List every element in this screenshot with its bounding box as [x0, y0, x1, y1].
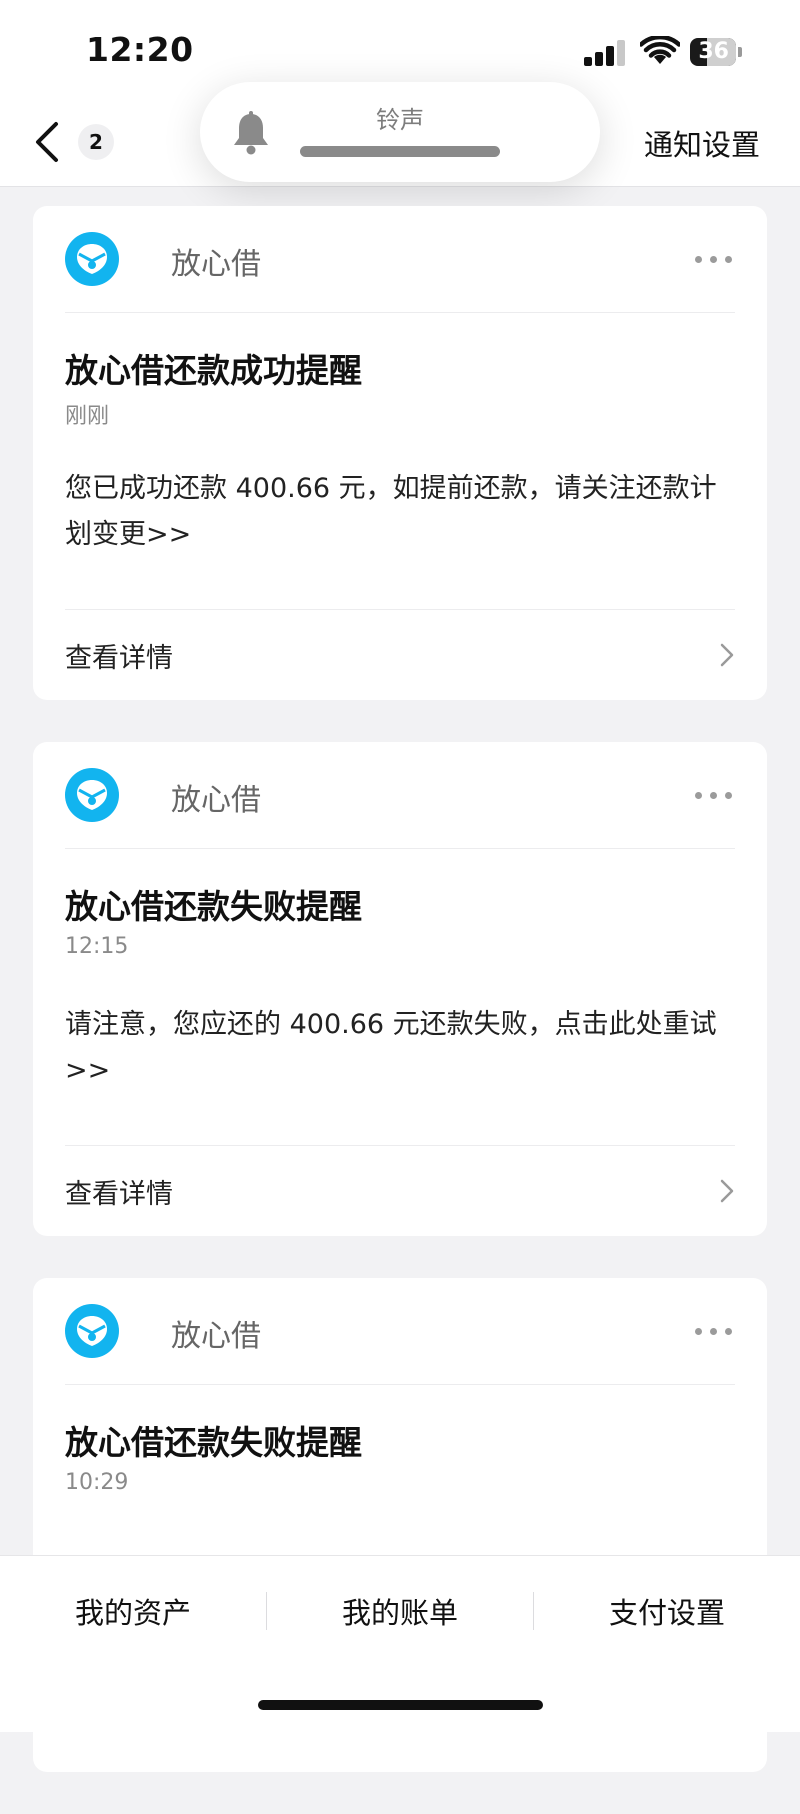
- back-chevron-icon[interactable]: [30, 118, 64, 166]
- notification-time: 10:29: [65, 1470, 129, 1495]
- wifi-icon: [640, 36, 680, 64]
- view-details-row[interactable]: 查看详情: [65, 1145, 735, 1237]
- notification-body[interactable]: 您已成功还款 400.66 元，如提前还款，请关注还款计划变更>>: [65, 466, 735, 558]
- ringer-label: 铃声: [376, 106, 424, 134]
- status-time: 12:20: [86, 30, 194, 69]
- card-header: 放心借: [65, 742, 735, 849]
- chevron-right-icon: [720, 1179, 734, 1203]
- app-logo-icon: [65, 232, 119, 286]
- view-details-row[interactable]: 查看详情: [65, 609, 735, 701]
- home-indicator[interactable]: [258, 1700, 543, 1710]
- more-options-icon[interactable]: [695, 784, 735, 804]
- notification-title: 放心借还款失败提醒: [65, 1423, 362, 1462]
- card-header: 放心借: [65, 1278, 735, 1385]
- chevron-right-icon: [720, 643, 734, 667]
- back-count-badge[interactable]: 2: [78, 124, 114, 160]
- notification-card: 放心借 放心借还款失败提醒 12:15 请注意，您应还的 400.66 元还款失…: [33, 742, 767, 1236]
- ringer-volume-slider[interactable]: [300, 146, 500, 157]
- battery-icon: 36: [690, 38, 744, 66]
- notification-title: 放心借还款失败提醒: [65, 887, 362, 926]
- app-name: 放心借: [171, 247, 261, 282]
- view-details-label: 查看详情: [65, 643, 173, 674]
- tab-my-assets[interactable]: 我的资产: [0, 1590, 266, 1632]
- notification-time: 12:15: [65, 934, 129, 959]
- app-logo-icon: [65, 768, 119, 822]
- tab-payment-settings[interactable]: 支付设置: [534, 1590, 800, 1632]
- more-options-icon[interactable]: [695, 1320, 735, 1340]
- notification-body[interactable]: 请注意，您应还的 400.66 元还款失败，点击此处重试>>: [65, 1002, 735, 1094]
- more-options-icon[interactable]: [695, 248, 735, 268]
- notification-title: 放心借还款成功提醒: [65, 351, 362, 390]
- card-header: 放心借: [65, 206, 735, 313]
- app-logo-icon: [65, 1304, 119, 1358]
- notification-time: 刚刚: [65, 404, 110, 429]
- view-details-label: 查看详情: [65, 1179, 173, 1210]
- tab-my-bills[interactable]: 我的账单: [267, 1590, 533, 1632]
- notification-card: 放心借 放心借还款成功提醒 刚刚 您已成功还款 400.66 元，如提前还款，请…: [33, 206, 767, 700]
- app-name: 放心借: [171, 783, 261, 818]
- ringer-volume-pill[interactable]: 铃声: [200, 82, 600, 182]
- cellular-signal-icon: [584, 40, 626, 66]
- app-name: 放心借: [171, 1319, 261, 1354]
- notification-settings-button[interactable]: 通知设置: [644, 122, 760, 164]
- battery-level-text: 36: [698, 39, 729, 64]
